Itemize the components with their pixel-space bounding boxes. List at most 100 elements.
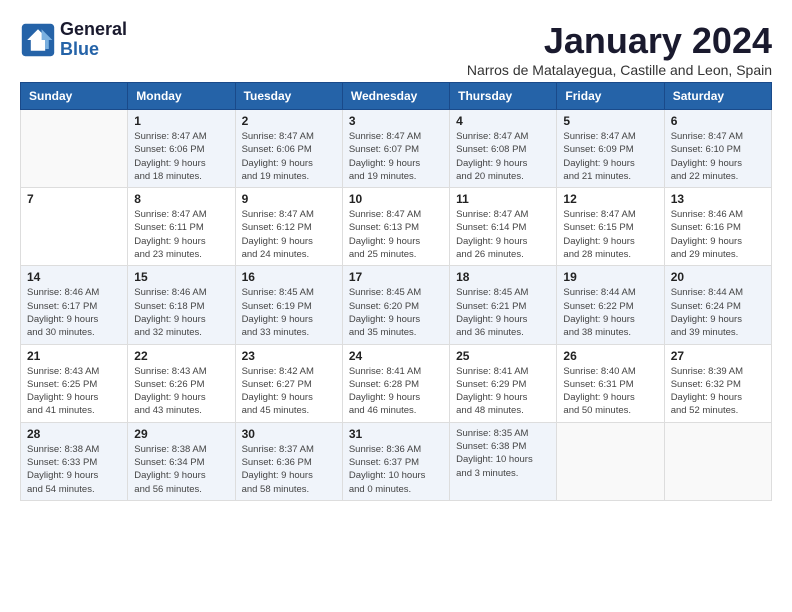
calendar-day-cell: 22 Sunrise: 8:43 AM Sunset: 6:26 PM Dayli… [128, 344, 235, 422]
day-info: Sunrise: 8:46 AM Sunset: 6:16 PM Dayligh… [671, 208, 765, 261]
day-info: Sunrise: 8:40 AM Sunset: 6:31 PM Dayligh… [563, 365, 657, 418]
day-info: Sunrise: 8:47 AM Sunset: 6:10 PM Dayligh… [671, 130, 765, 183]
day-info: Sunrise: 8:45 AM Sunset: 6:21 PM Dayligh… [456, 286, 550, 339]
day-number: 19 [563, 270, 657, 284]
day-info: Sunrise: 8:37 AM Sunset: 6:36 PM Dayligh… [242, 443, 336, 496]
calendar-day-cell: 25Sunrise: 8:41 AM Sunset: 6:29 PM Dayli… [450, 344, 557, 422]
day-info: Sunrise: 8:47 AM Sunset: 6:12 PM Dayligh… [242, 208, 336, 261]
day-number: 9 [242, 192, 336, 206]
day-info: Sunrise: 8:47 AM Sunset: 6:08 PM Dayligh… [456, 130, 550, 183]
day-number: 21 [27, 349, 121, 363]
weekday-header: Saturday [664, 83, 771, 110]
day-info: Sunrise: 8:45 AM Sunset: 6:20 PM Dayligh… [349, 286, 443, 339]
calendar-day-cell: 18 Sunrise: 8:45 AM Sunset: 6:21 PM Dayli… [450, 266, 557, 344]
logo-line2: Blue [60, 40, 127, 60]
calendar-day-cell: 29Sunrise: 8:38 AM Sunset: 6:34 PM Dayli… [128, 422, 235, 500]
weekday-header: Wednesday [342, 83, 449, 110]
calendar-day-cell: 27 Sunrise: 8:39 AM Sunset: 6:32 PM Dayli… [664, 344, 771, 422]
calendar-day-cell: 21 Sunrise: 8:43 AM Sunset: 6:25 PM Dayli… [21, 344, 128, 422]
logo: General Blue [20, 20, 127, 60]
day-number: 28 [27, 427, 121, 441]
calendar-week-row: 14 Sunrise: 8:46 AM Sunset: 6:17 PM Dayli… [21, 266, 772, 344]
calendar-day-cell: 1Sunrise: 8:47 AM Sunset: 6:06 PM Daylig… [128, 110, 235, 188]
day-number: 30 [242, 427, 336, 441]
logo-line1: General [60, 20, 127, 40]
location-subtitle: Narros de Matalayegua, Castille and Leon… [467, 62, 772, 78]
calendar-day-cell: 20 Sunrise: 8:44 AM Sunset: 6:24 PM Dayli… [664, 266, 771, 344]
day-number: 1 [134, 114, 228, 128]
day-number: 24 [349, 349, 443, 363]
calendar-day-cell: 5Sunrise: 8:47 AM Sunset: 6:09 PM Daylig… [557, 110, 664, 188]
calendar-day-cell: 12 Sunrise: 8:47 AM Sunset: 6:15 PM Dayli… [557, 188, 664, 266]
day-number: 31 [349, 427, 443, 441]
day-number: 11 [456, 192, 550, 206]
logo-icon [20, 22, 56, 58]
calendar-day-cell: 2 Sunrise: 8:47 AM Sunset: 6:06 PM Daylig… [235, 110, 342, 188]
day-number: 6 [671, 114, 765, 128]
day-info: Sunrise: 8:46 AM Sunset: 6:17 PM Dayligh… [27, 286, 121, 339]
title-area: January 2024 Narros de Matalayegua, Cast… [467, 20, 772, 78]
day-info: Sunrise: 8:47 AM Sunset: 6:13 PM Dayligh… [349, 208, 443, 261]
day-info: Sunrise: 8:47 AM Sunset: 6:09 PM Dayligh… [563, 130, 657, 183]
day-number: 26 [563, 349, 657, 363]
day-number: 2 [242, 114, 336, 128]
day-number: 17 [349, 270, 443, 284]
calendar-day-cell: Sunrise: 8:35 AM Sunset: 6:38 PM Dayligh… [450, 422, 557, 500]
day-number: 18 [456, 270, 550, 284]
day-number: 20 [671, 270, 765, 284]
weekday-header: Monday [128, 83, 235, 110]
day-number: 16 [242, 270, 336, 284]
day-number: 7 [27, 192, 121, 206]
calendar-day-cell: 9 Sunrise: 8:47 AM Sunset: 6:12 PM Daylig… [235, 188, 342, 266]
calendar-day-cell: 16Sunrise: 8:45 AM Sunset: 6:19 PM Dayli… [235, 266, 342, 344]
day-number: 27 [671, 349, 765, 363]
weekday-header: Thursday [450, 83, 557, 110]
weekday-header: Tuesday [235, 83, 342, 110]
calendar-week-row: 21 Sunrise: 8:43 AM Sunset: 6:25 PM Dayli… [21, 344, 772, 422]
day-info: Sunrise: 8:46 AM Sunset: 6:18 PM Dayligh… [134, 286, 228, 339]
calendar-day-cell [664, 422, 771, 500]
day-info: Sunrise: 8:39 AM Sunset: 6:32 PM Dayligh… [671, 365, 765, 418]
day-number: 14 [27, 270, 121, 284]
day-number: 23 [242, 349, 336, 363]
calendar-day-cell: 19 Sunrise: 8:44 AM Sunset: 6:22 PM Dayli… [557, 266, 664, 344]
calendar-day-cell: 4 Sunrise: 8:47 AM Sunset: 6:08 PM Daylig… [450, 110, 557, 188]
day-number: 10 [349, 192, 443, 206]
calendar-day-cell: 14 Sunrise: 8:46 AM Sunset: 6:17 PM Dayli… [21, 266, 128, 344]
calendar-day-cell: 10 Sunrise: 8:47 AM Sunset: 6:13 PM Dayli… [342, 188, 449, 266]
calendar-day-cell: 26 Sunrise: 8:40 AM Sunset: 6:31 PM Dayli… [557, 344, 664, 422]
day-info: Sunrise: 8:43 AM Sunset: 6:26 PM Dayligh… [134, 365, 228, 418]
day-info: Sunrise: 8:47 AM Sunset: 6:06 PM Dayligh… [242, 130, 336, 183]
day-number: 22 [134, 349, 228, 363]
calendar-day-cell: 23Sunrise: 8:42 AM Sunset: 6:27 PM Dayli… [235, 344, 342, 422]
day-number: 13 [671, 192, 765, 206]
day-info: Sunrise: 8:47 AM Sunset: 6:15 PM Dayligh… [563, 208, 657, 261]
day-info: Sunrise: 8:43 AM Sunset: 6:25 PM Dayligh… [27, 365, 121, 418]
day-info: Sunrise: 8:44 AM Sunset: 6:24 PM Dayligh… [671, 286, 765, 339]
day-number: 15 [134, 270, 228, 284]
calendar-day-cell: 28 Sunrise: 8:38 AM Sunset: 6:33 PM Dayli… [21, 422, 128, 500]
calendar-day-cell: 6 Sunrise: 8:47 AM Sunset: 6:10 PM Daylig… [664, 110, 771, 188]
page-header: General Blue January 2024 Narros de Mata… [20, 20, 772, 78]
calendar-week-row: 28 Sunrise: 8:38 AM Sunset: 6:33 PM Dayli… [21, 422, 772, 500]
calendar-day-cell: 15 Sunrise: 8:46 AM Sunset: 6:18 PM Dayli… [128, 266, 235, 344]
calendar-header-row: SundayMondayTuesdayWednesdayThursdayFrid… [21, 83, 772, 110]
calendar-day-cell: 24Sunrise: 8:41 AM Sunset: 6:28 PM Dayli… [342, 344, 449, 422]
calendar-day-cell: 11 Sunrise: 8:47 AM Sunset: 6:14 PM Dayli… [450, 188, 557, 266]
calendar-week-row: 1 Sunrise: 8:47 AM Sunset: 6:06 PM Daylig… [21, 110, 772, 188]
weekday-header: Sunday [21, 83, 128, 110]
day-number: 4 [456, 114, 550, 128]
day-info: Sunrise: 8:44 AM Sunset: 6:22 PM Dayligh… [563, 286, 657, 339]
calendar-week-row: 7 8Sunrise: 8:47 AM Sunset: 6:11 PM Dayli… [21, 188, 772, 266]
calendar-day-cell [21, 110, 128, 188]
calendar-day-cell: 31Sunrise: 8:36 AM Sunset: 6:37 PM Dayli… [342, 422, 449, 500]
day-info: Sunrise: 8:38 AM Sunset: 6:33 PM Dayligh… [27, 443, 121, 496]
day-number: 29 [134, 427, 228, 441]
calendar-day-cell: 8Sunrise: 8:47 AM Sunset: 6:11 PM Daylig… [128, 188, 235, 266]
calendar-day-cell: 7 [21, 188, 128, 266]
day-info: Sunrise: 8:47 AM Sunset: 6:07 PM Dayligh… [349, 130, 443, 183]
day-info: Sunrise: 8:41 AM Sunset: 6:29 PM Dayligh… [456, 365, 550, 418]
day-number: 12 [563, 192, 657, 206]
calendar-table: SundayMondayTuesdayWednesdayThursdayFrid… [20, 82, 772, 501]
day-info: Sunrise: 8:47 AM Sunset: 6:14 PM Dayligh… [456, 208, 550, 261]
